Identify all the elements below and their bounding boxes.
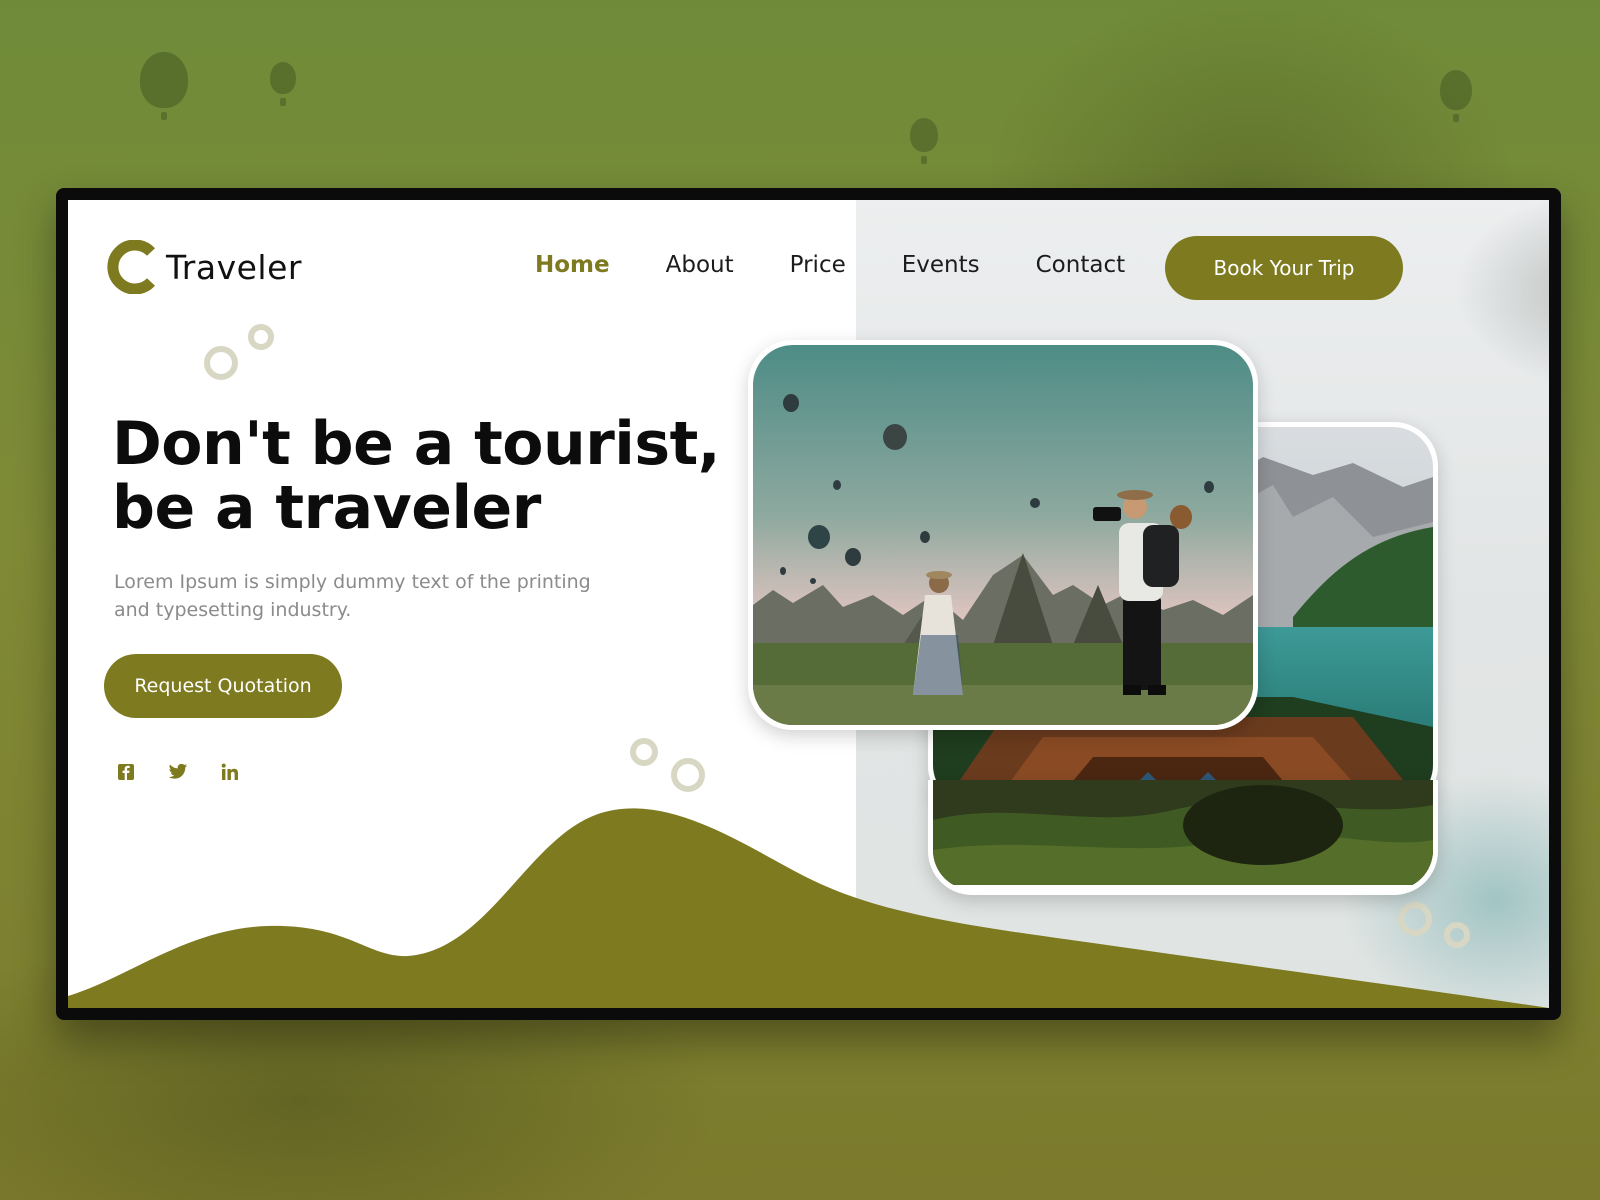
logo-mark-icon [106, 239, 160, 295]
brand-name: Traveler [166, 247, 302, 287]
headline-line-2: be a traveler [112, 473, 541, 543]
photo-card-front [748, 340, 1258, 730]
background-balloon [1440, 70, 1472, 122]
background-balloon [270, 62, 296, 106]
brand-logo[interactable]: Traveler [106, 239, 302, 295]
photo-card-bottom [928, 780, 1438, 895]
hero-subtext: Lorem Ipsum is simply dummy text of the … [114, 571, 591, 621]
website-screen: Traveler Home About Price Events Contact… [68, 200, 1549, 1008]
book-your-trip-button[interactable]: Book Your Trip [1165, 236, 1403, 300]
decorative-ring [248, 324, 274, 350]
green-valley-photo [933, 780, 1433, 890]
nav-contact[interactable]: Contact [1036, 252, 1125, 278]
monitor-frame: Traveler Home About Price Events Contact… [56, 188, 1561, 1020]
hero-headline: Don't be a tourist, be a traveler [112, 412, 752, 540]
hot-air-balloons-photo [753, 345, 1253, 725]
decorative-ring [204, 346, 238, 380]
background-balloon [140, 52, 188, 120]
main-navigation: Home About Price Events Contact [535, 252, 1181, 278]
nav-about[interactable]: About [666, 252, 734, 278]
nav-price[interactable]: Price [790, 252, 846, 278]
background-balloon [910, 118, 938, 164]
nav-events[interactable]: Events [902, 252, 980, 278]
headline-line-1: Don't be a tourist, [112, 409, 721, 479]
nav-home[interactable]: Home [535, 252, 610, 278]
